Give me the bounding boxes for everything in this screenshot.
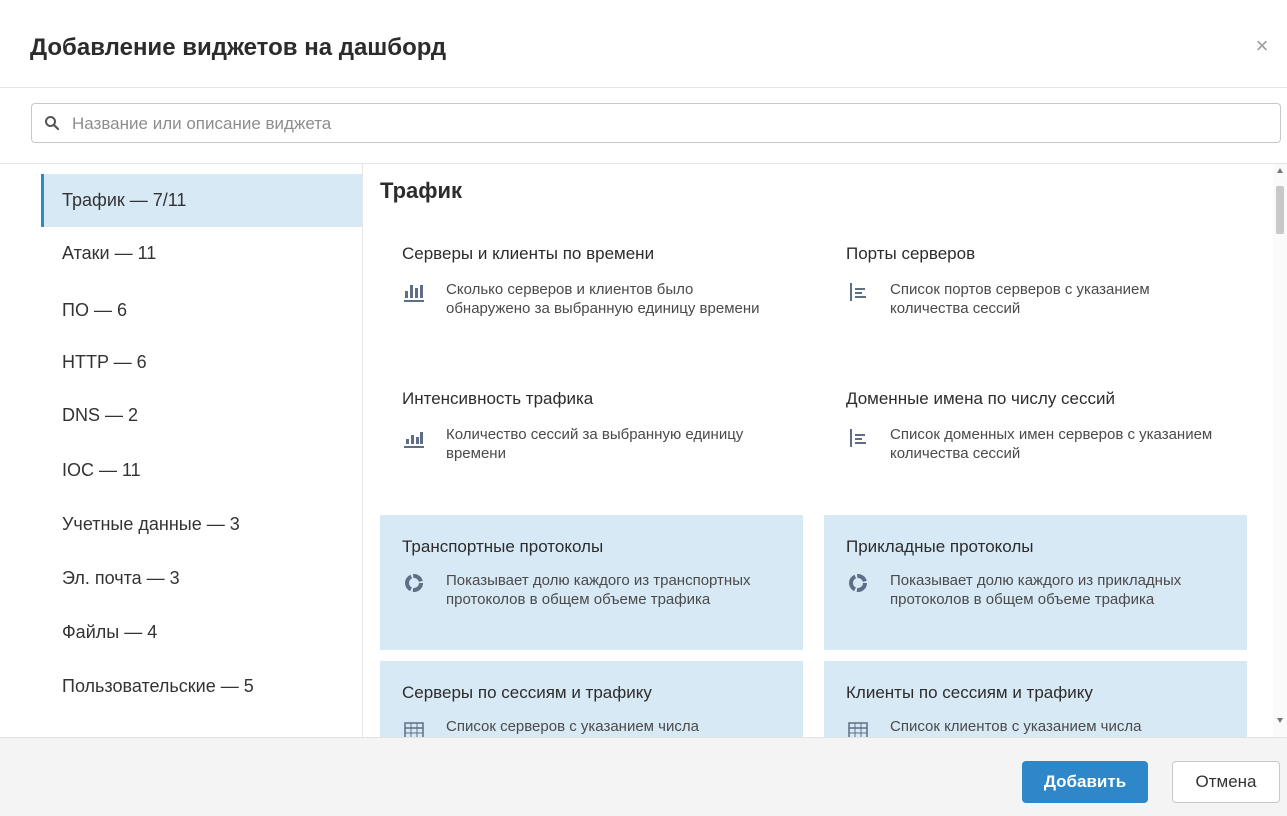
widget-title: Прикладные протоколы bbox=[846, 537, 1034, 556]
close-icon[interactable]: × bbox=[1252, 35, 1272, 57]
sidebar-item-files[interactable]: Файлы — 4 bbox=[41, 606, 362, 659]
widget-description: Показывает долю каждого из транспортных … bbox=[446, 572, 751, 608]
widget-title: Транспортные протоколы bbox=[402, 537, 604, 556]
widget-card-transport-protocols[interactable]: Транспортные протоколы Показывает долю к… bbox=[380, 515, 803, 650]
stacked-bar-chart-icon bbox=[404, 285, 424, 302]
widget-description: Список серверов с указанием числа bbox=[446, 718, 699, 735]
sidebar-item-credentials[interactable]: Учетные данные — 3 bbox=[41, 498, 362, 551]
sidebar-item-traffic[interactable]: Трафик — 7/11 bbox=[41, 174, 362, 227]
widget-description: Список клиентов с указанием числа bbox=[890, 718, 1142, 735]
add-widgets-dialog: Добавление виджетов на дашборд × Трафик … bbox=[0, 0, 1287, 816]
dialog-footer: Добавить Отмена bbox=[0, 737, 1287, 816]
donut-chart-icon bbox=[849, 574, 867, 592]
section-title: Трафик bbox=[380, 178, 463, 203]
sidebar-item-attacks[interactable]: Атаки — 11 bbox=[41, 227, 362, 280]
sidebar-item-software[interactable]: ПО — 6 bbox=[41, 284, 362, 337]
bar-chart-icon bbox=[404, 432, 424, 448]
widget-card-domain-names-by-sessions[interactable]: Доменные имена по числу сессий Список до… bbox=[824, 364, 1247, 504]
widget-card-servers-by-sessions-traffic[interactable]: Серверы по сессиям и трафику Список серв… bbox=[380, 661, 803, 737]
sidebar-item-custom[interactable]: Пользовательские — 5 bbox=[41, 660, 362, 713]
widget-card-servers-clients-by-time[interactable]: Серверы и клиенты по времени Сколько сер… bbox=[380, 224, 803, 364]
widget-description: Сколько серверов и клиентов было обнаруж… bbox=[446, 281, 760, 317]
scroll-up-icon[interactable] bbox=[1277, 168, 1283, 173]
dialog-title: Добавление виджетов на дашборд bbox=[30, 34, 447, 61]
dialog-header: Добавление виджетов на дашборд × bbox=[0, 0, 1287, 88]
widget-description: Список портов серверов с указанием колич… bbox=[890, 281, 1150, 317]
search-box[interactable] bbox=[31, 103, 1281, 143]
scroll-down-icon[interactable] bbox=[1277, 718, 1283, 723]
widget-card-traffic-intensity[interactable]: Интенсивность трафика Количество сессий … bbox=[380, 364, 803, 504]
donut-chart-icon bbox=[405, 574, 423, 592]
search-icon bbox=[45, 116, 60, 131]
search-area bbox=[0, 88, 1287, 164]
list-chart-icon bbox=[850, 429, 866, 447]
add-button[interactable]: Добавить bbox=[1022, 761, 1148, 803]
sidebar-item-ioc[interactable]: IOC — 11 bbox=[41, 444, 362, 497]
list-chart-icon bbox=[850, 283, 866, 301]
scroll-thumb[interactable] bbox=[1276, 186, 1284, 234]
content-scrollbar[interactable] bbox=[1273, 164, 1287, 737]
sidebar-item-email[interactable]: Эл. почта — 3 bbox=[41, 552, 362, 605]
widget-description: Показывает долю каждого из прикладных пр… bbox=[890, 572, 1182, 608]
widget-card-server-ports[interactable]: Порты серверов Список портов серверов с … bbox=[824, 224, 1247, 364]
dialog-body: Трафик — 7/11 Атаки — 11 ПО — 6 HTTP — 6… bbox=[0, 164, 1287, 737]
widget-description: Количество сессий за выбранную единицу в… bbox=[446, 426, 744, 462]
table-icon bbox=[404, 722, 424, 737]
search-input[interactable] bbox=[70, 110, 1274, 138]
category-sidebar: Трафик — 7/11 Атаки — 11 ПО — 6 HTTP — 6… bbox=[0, 164, 363, 737]
widget-title: Доменные имена по числу сессий bbox=[846, 389, 1116, 408]
widget-description: Список доменных имен серверов с указание… bbox=[890, 426, 1213, 462]
widgets-content: Трафик Серверы и клиенты по времени Скол… bbox=[363, 164, 1273, 737]
widget-title: Интенсивность трафика bbox=[402, 389, 594, 408]
sidebar-item-http[interactable]: HTTP — 6 bbox=[41, 336, 362, 389]
cancel-button[interactable]: Отмена bbox=[1172, 761, 1280, 803]
widget-card-clients-by-sessions-traffic[interactable]: Клиенты по сессиям и трафику Список клие… bbox=[824, 661, 1247, 737]
widget-title: Порты серверов bbox=[846, 244, 976, 263]
widget-title: Клиенты по сессиям и трафику bbox=[846, 683, 1093, 702]
widget-title: Серверы и клиенты по времени bbox=[402, 244, 655, 263]
table-icon bbox=[848, 722, 868, 737]
widget-card-application-protocols[interactable]: Прикладные протоколы Показывает долю каж… bbox=[824, 515, 1247, 650]
sidebar-item-dns[interactable]: DNS — 2 bbox=[41, 389, 362, 442]
widget-title: Серверы по сессиям и трафику bbox=[402, 683, 652, 702]
